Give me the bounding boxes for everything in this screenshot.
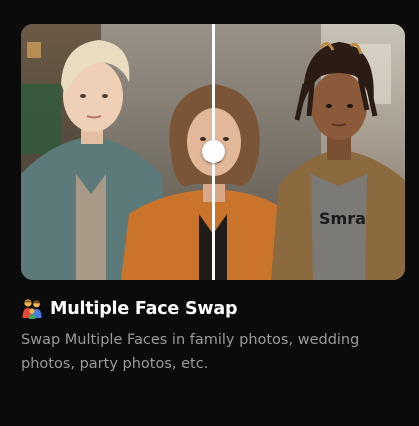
card-description: Swap Multiple Faces in family photos, we… <box>21 332 360 372</box>
compare-slider-handle[interactable] <box>202 140 225 163</box>
title-row: Multiple Face Swap <box>21 296 238 322</box>
comparison-image[interactable]: Smra <box>21 24 405 280</box>
shirt-text: Smra <box>319 209 366 228</box>
feature-card[interactable]: Smra Multiple Face Swap Swap Multiple Fa… <box>0 0 419 426</box>
family-emoji-icon <box>22 299 42 319</box>
card-title: Multiple Face Swap <box>50 299 238 319</box>
